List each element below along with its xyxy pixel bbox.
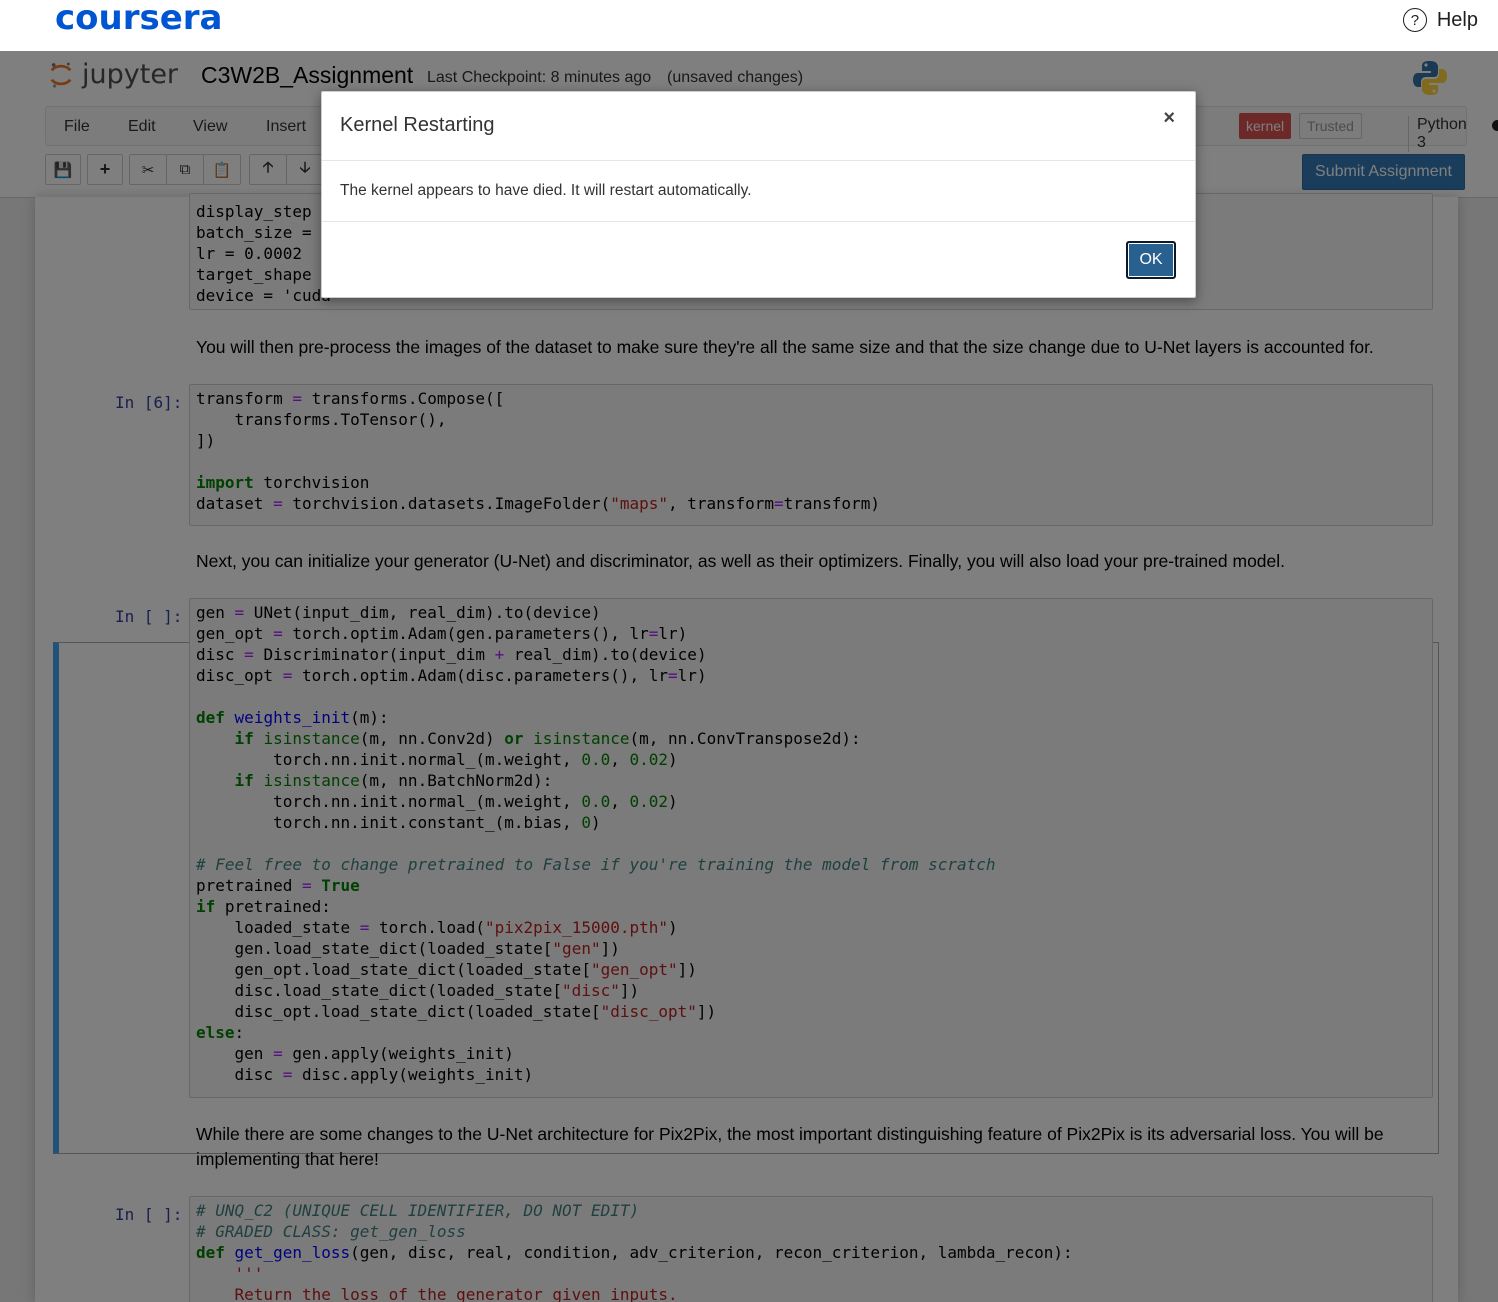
dialog-header: Kernel Restarting × <box>322 92 1195 161</box>
dialog-title: Kernel Restarting <box>340 114 495 136</box>
kernel-restarting-dialog: Kernel Restarting × The kernel appears t… <box>321 91 1196 298</box>
help-icon: ? <box>1402 8 1427 32</box>
coursera-topbar: coursera ? Help <box>0 0 1498 51</box>
dialog-message: The kernel appears to have died. It will… <box>340 182 752 199</box>
dialog-divider <box>322 221 1195 222</box>
close-icon[interactable]: × <box>1163 107 1175 130</box>
help-link[interactable]: ? Help <box>1402 8 1478 32</box>
help-label: Help <box>1436 8 1478 31</box>
coursera-logo[interactable]: coursera <box>55 0 223 38</box>
ok-button[interactable]: OK <box>1126 241 1176 279</box>
